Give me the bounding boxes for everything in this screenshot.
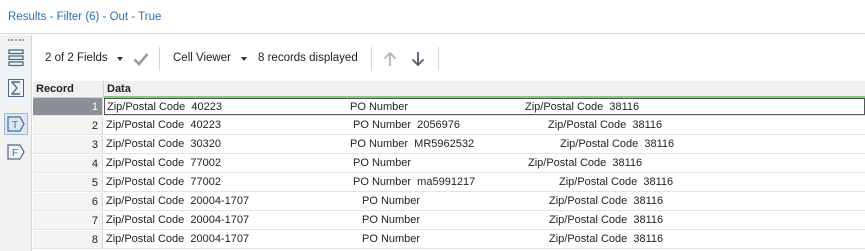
checkmark-icon[interactable]	[131, 49, 151, 69]
column-header-data[interactable]: Data	[107, 83, 131, 95]
record-number: 3	[33, 136, 103, 153]
data-cell[interactable]: Zip/Postal Code 30320 PO Number MR596253…	[104, 136, 865, 153]
sum-icon[interactable]	[4, 77, 28, 99]
record-number: 4	[33, 155, 103, 172]
table-row[interactable]: 7 Zip/Postal Code 20004-1707 PO Number Z…	[33, 212, 865, 230]
record-number: 5	[33, 174, 103, 191]
toolbar-divider	[371, 47, 372, 71]
toolbar-divider	[159, 47, 160, 71]
results-toolbar: 2 of 2 Fields Cell Viewer 8 records disp…	[33, 35, 865, 81]
cell-text: Zip/Postal Code 38116	[525, 101, 640, 113]
cell-text: Zip/Postal Code 38116	[559, 176, 674, 188]
results-title-bar: Results - Filter (6) - Out - True	[0, 0, 865, 34]
arrow-up-icon[interactable]	[380, 49, 400, 69]
left-rail: T F	[0, 35, 32, 251]
fields-dropdown-label[interactable]: 2 of 2 Fields	[45, 52, 108, 64]
table-view-icon[interactable]	[4, 47, 28, 69]
cell-text: Zip/Postal Code 20004-1707	[106, 233, 250, 245]
cell-text: PO Number ma5991217	[353, 176, 476, 188]
results-title: Results - Filter (6) - Out - True	[8, 11, 162, 23]
cell-text: Zip/Postal Code 38116	[549, 214, 664, 226]
cell-text: PO Number	[350, 101, 409, 113]
cell-text: Zip/Postal Code 38116	[548, 119, 663, 131]
arrow-down-icon[interactable]	[408, 49, 428, 69]
records-displayed-label: 8 records displayed	[258, 52, 358, 64]
cell-viewer-chevron-icon[interactable]	[241, 57, 247, 61]
record-number: 1	[33, 98, 103, 115]
data-cell[interactable]: Zip/Postal Code 77002 PO Number ma599121…	[104, 174, 865, 191]
cell-text: PO Number	[362, 195, 421, 207]
cell-viewer-dropdown-label[interactable]: Cell Viewer	[173, 52, 231, 64]
table-row[interactable]: 3 Zip/Postal Code 30320 PO Number MR5962…	[33, 136, 865, 154]
cell-text: Zip/Postal Code 40223	[106, 119, 221, 131]
cell-text: PO Number	[362, 214, 421, 226]
table-row[interactable]: 6 Zip/Postal Code 20004-1707 PO Number Z…	[33, 193, 865, 211]
table-row[interactable]: 8 Zip/Postal Code 20004-1707 PO Number Z…	[33, 231, 865, 249]
cell-text: Zip/Postal Code 20004-1707	[106, 214, 250, 226]
cell-text: PO Number	[362, 233, 421, 245]
text-tag-icon[interactable]: T	[4, 113, 28, 135]
table-row[interactable]: 2 Zip/Postal Code 40223 PO Number 205697…	[33, 117, 865, 135]
cell-text: Zip/Postal Code 38116	[549, 195, 664, 207]
column-header-record[interactable]: Record	[36, 83, 74, 95]
data-cell[interactable]: Zip/Postal Code 40223 PO Number Zip/Post…	[104, 98, 865, 115]
svg-text:T: T	[12, 120, 18, 131]
results-grid: Record Data 1 Zip/Postal Code 40223 PO N…	[33, 81, 865, 251]
cell-text: PO Number	[353, 157, 412, 169]
record-number: 6	[33, 193, 103, 210]
table-row[interactable]: 5 Zip/Postal Code 77002 PO Number ma5991…	[33, 174, 865, 192]
record-number: 7	[33, 212, 103, 229]
field-tag-icon[interactable]: F	[4, 141, 28, 163]
data-cell[interactable]: Zip/Postal Code 20004-1707 PO Number Zip…	[104, 212, 865, 229]
cell-text: Zip/Postal Code 40223	[107, 101, 222, 113]
cell-text: Zip/Postal Code 30320	[106, 138, 221, 150]
record-number: 8	[33, 231, 103, 248]
cell-text: Zip/Postal Code 20004-1707	[106, 195, 250, 207]
cell-text: Zip/Postal Code 38116	[528, 157, 643, 169]
table-row[interactable]: 4 Zip/Postal Code 77002 PO Number Zip/Po…	[33, 155, 865, 173]
toolbar-divider	[438, 47, 439, 71]
cell-text: Zip/Postal Code 38116	[560, 138, 675, 150]
svg-text:F: F	[12, 148, 18, 159]
cell-text: Zip/Postal Code 38116	[549, 233, 664, 245]
table-row[interactable]: 1 Zip/Postal Code 40223 PO Number Zip/Po…	[33, 98, 865, 116]
fields-dropdown-chevron-icon[interactable]	[117, 57, 123, 61]
cell-text: Zip/Postal Code 77002	[106, 176, 221, 188]
data-cell[interactable]: Zip/Postal Code 40223 PO Number 2056976 …	[104, 117, 865, 134]
cell-text: Zip/Postal Code 77002	[106, 157, 221, 169]
rail-grip[interactable]	[8, 39, 24, 42]
record-number: 2	[33, 117, 103, 134]
cell-text: PO Number 2056976	[353, 119, 461, 131]
data-cell[interactable]: Zip/Postal Code 77002 PO Number Zip/Post…	[104, 155, 865, 172]
grid-header: Record Data	[33, 81, 865, 98]
cell-text: PO Number MR5962532	[350, 138, 475, 150]
data-cell[interactable]: Zip/Postal Code 20004-1707 PO Number Zip…	[104, 231, 865, 248]
data-cell[interactable]: Zip/Postal Code 20004-1707 PO Number Zip…	[104, 193, 865, 210]
